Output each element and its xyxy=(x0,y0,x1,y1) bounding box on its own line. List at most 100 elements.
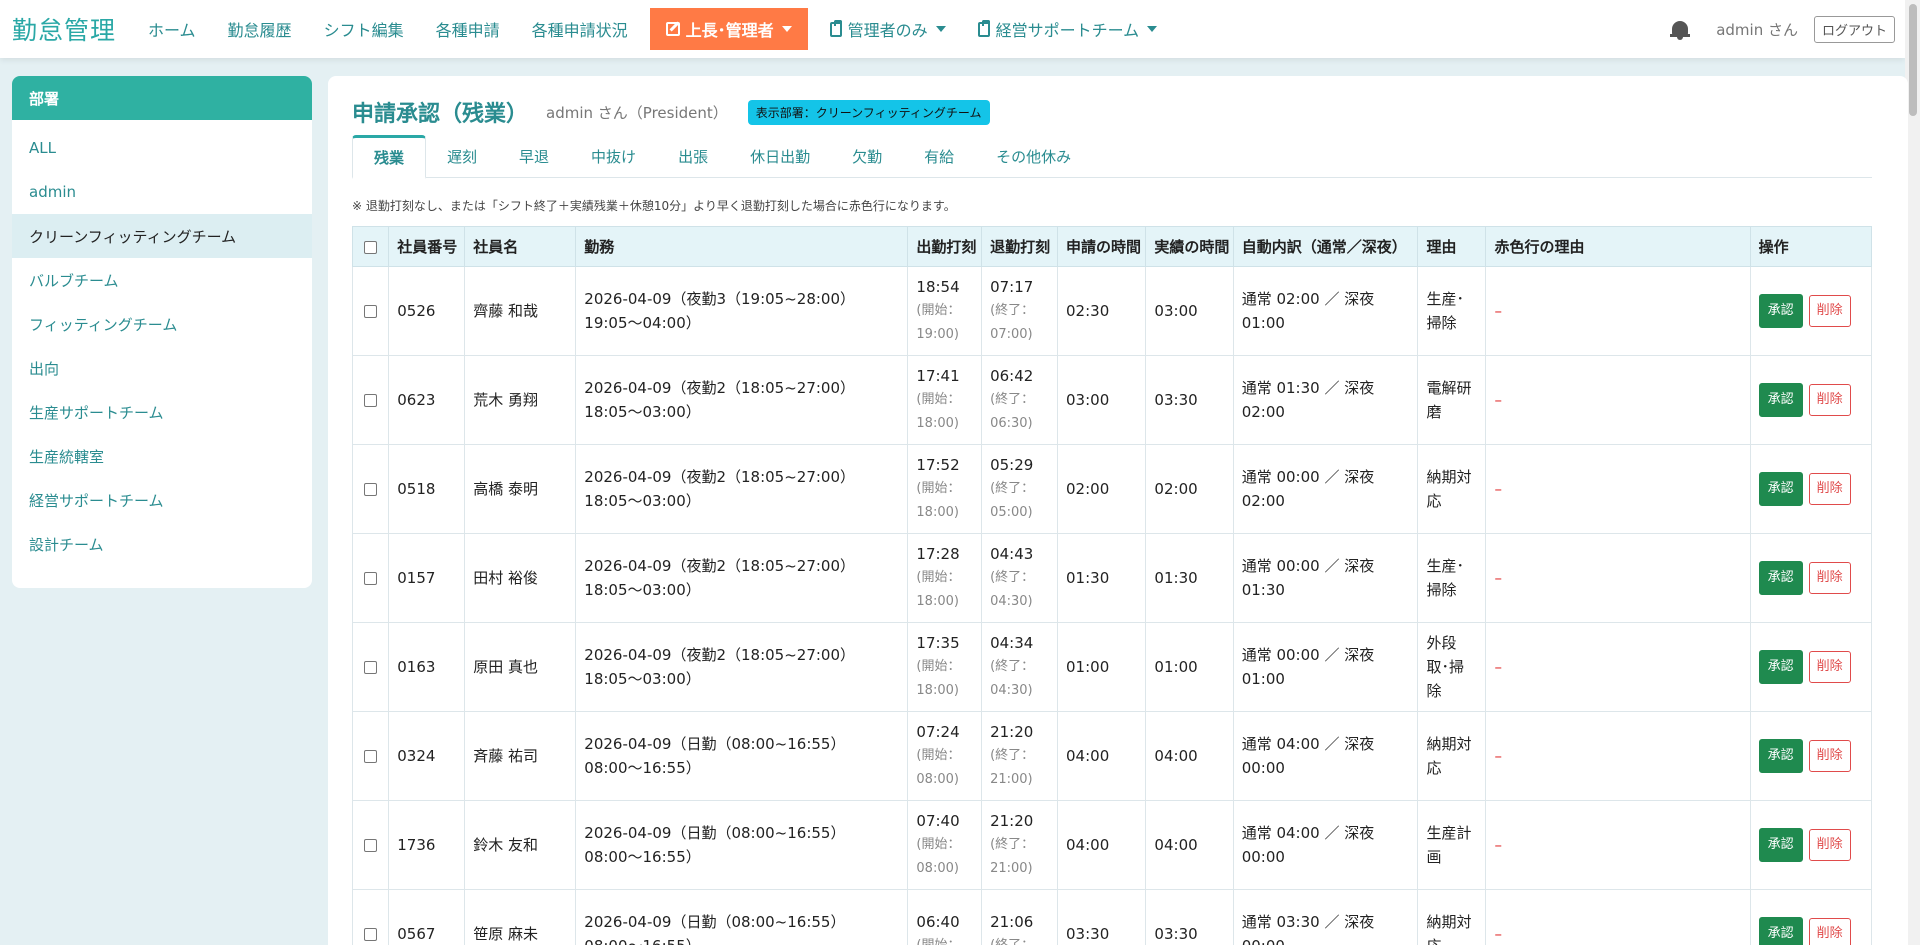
auto-breakdown: 通常 01:30 ／ 深夜 02:00 xyxy=(1232,355,1419,445)
nav-admin-only-menu[interactable]: 管理者のみ xyxy=(814,0,962,58)
delete-button[interactable]: 削除 xyxy=(1808,473,1851,505)
row-select-cell xyxy=(351,711,390,801)
approve-button[interactable]: 承認 xyxy=(1758,828,1803,862)
approve-button[interactable]: 承認 xyxy=(1758,739,1803,773)
row-checkbox[interactable] xyxy=(364,394,378,407)
table-body: 0526 齊藤 和哉 2026-04-09（夜勤3（19:05~28:00） 19:0… xyxy=(351,266,1873,945)
tab-request-type[interactable]: 休日出勤 xyxy=(729,135,831,178)
tab-request-type[interactable]: 早退 xyxy=(498,135,570,178)
bell-icon[interactable] xyxy=(1670,18,1691,40)
sidebar-item[interactable]: 経営サポートチーム xyxy=(12,478,312,522)
tab-request-type[interactable]: 有給 xyxy=(903,135,975,178)
reason: 生産･掃除 xyxy=(1417,533,1487,623)
tab-request-type[interactable]: 欠勤 xyxy=(831,135,903,178)
table-row: 0567笹原 麻未 2026-04-09（日勤（08:00~16:55） 08:00… xyxy=(351,889,1873,945)
nav-applications[interactable]: 各種申請 xyxy=(420,0,516,58)
nav-home[interactable]: ホーム xyxy=(132,0,212,58)
requested-time: 02:30 xyxy=(1057,266,1147,356)
app-brand[interactable]: 勤怠管理 xyxy=(12,11,116,47)
red-row-reason: – xyxy=(1485,800,1751,890)
clock-in-time: 17:35 xyxy=(916,634,960,652)
clock-out-sub-label: (終了： xyxy=(990,481,1035,496)
logout-button[interactable]: ログアウト xyxy=(1813,15,1895,43)
red-row-reason: – xyxy=(1485,622,1751,712)
delete-button[interactable]: 削除 xyxy=(1808,740,1851,772)
header-employee-id: 社員番号 xyxy=(388,226,466,267)
clock-in-sub-time: 19:00) xyxy=(916,327,959,342)
nav-manager-menu[interactable]: 上長･管理者 xyxy=(649,8,808,50)
actions-cell: 承認 削除 xyxy=(1749,266,1873,356)
clock-out-cell: 04:34 (終了： 04:30) xyxy=(981,622,1059,712)
row-checkbox[interactable] xyxy=(364,928,378,941)
row-checkbox[interactable] xyxy=(364,305,378,318)
clock-in-time: 06:40 xyxy=(916,913,960,931)
sidebar-item[interactable]: admin xyxy=(12,170,312,214)
table-row: 0623 荒木 勇翔 2026-04-09（夜勤2（18:05~27:00） 18:0… xyxy=(351,355,1873,445)
row-checkbox[interactable] xyxy=(364,483,378,496)
nav-admin-only-label: 管理者のみ xyxy=(847,21,928,40)
delete-button[interactable]: 削除 xyxy=(1808,562,1851,594)
actual-time: 04:00 xyxy=(1145,800,1234,890)
tab-request-type[interactable]: 遅刻 xyxy=(426,135,498,178)
approve-button[interactable]: 承認 xyxy=(1758,383,1803,417)
reason: 納期対応 xyxy=(1417,444,1487,534)
row-select-cell xyxy=(351,533,390,623)
clock-in-time: 17:41 xyxy=(916,367,960,385)
row-checkbox[interactable] xyxy=(364,839,378,852)
reason: 納期対応 xyxy=(1417,711,1487,801)
delete-button[interactable]: 削除 xyxy=(1808,295,1851,327)
actual-time: 01:30 xyxy=(1145,533,1234,623)
nav-application-status[interactable]: 各種申請状況 xyxy=(516,0,644,58)
approve-button[interactable]: 承認 xyxy=(1758,917,1803,945)
approve-button[interactable]: 承認 xyxy=(1758,561,1803,595)
clock-in-sub-label: (開始： xyxy=(916,570,961,585)
approve-button[interactable]: 承認 xyxy=(1758,294,1803,328)
select-all-checkbox[interactable] xyxy=(364,240,378,254)
sidebar-item[interactable]: バルブチーム xyxy=(12,258,312,302)
shift-name: 2026-04-09（日勤（08:00~16:55） xyxy=(584,735,846,753)
clock-in-sub-label: (開始： xyxy=(916,659,961,674)
row-checkbox[interactable] xyxy=(364,661,378,674)
scrollbar-thumb[interactable] xyxy=(1909,4,1917,116)
table-row: 0526 齊藤 和哉 2026-04-09（夜勤3（19:05~28:00） 19:0… xyxy=(351,266,1873,356)
requested-time: 03:30 xyxy=(1057,889,1147,945)
tab-request-type[interactable]: 中抜け xyxy=(570,135,657,178)
delete-button[interactable]: 削除 xyxy=(1808,384,1851,416)
caret-down-icon xyxy=(935,26,946,32)
sidebar-title: 部署 xyxy=(12,76,312,120)
row-checkbox[interactable] xyxy=(364,572,378,585)
delete-button[interactable]: 削除 xyxy=(1808,651,1851,683)
sidebar-item[interactable]: 設計チーム xyxy=(12,522,312,566)
row-checkbox[interactable] xyxy=(364,750,378,763)
select-all-header xyxy=(351,226,390,267)
delete-button[interactable]: 削除 xyxy=(1808,918,1851,945)
actions-cell: 承認 削除 xyxy=(1749,533,1873,623)
nav-shift-edit[interactable]: シフト編集 xyxy=(308,0,420,58)
approve-button[interactable]: 承認 xyxy=(1758,472,1803,506)
tab-request-type[interactable]: その他休み xyxy=(975,135,1092,178)
nav-management-support-menu[interactable]: 経営サポートチーム xyxy=(962,0,1174,58)
nav-attendance-history[interactable]: 勤怠履歴 xyxy=(212,0,308,58)
delete-button[interactable]: 削除 xyxy=(1808,829,1851,861)
tab-request-type[interactable]: 残業 xyxy=(352,135,427,179)
auto-breakdown: 通常 03:30 ／ 深夜 00:00 xyxy=(1232,889,1419,945)
clock-out-sub-label: (終了： xyxy=(990,570,1035,585)
clock-out-sub-time: 05:00) xyxy=(990,505,1033,520)
sidebar-item[interactable]: クリーンフィッティングチーム xyxy=(12,214,312,258)
clock-in-cell: 17:35 (開始： 18:00) xyxy=(907,622,983,712)
sidebar-item[interactable]: 出向 xyxy=(12,346,312,390)
sidebar-item[interactable]: 生産サポートチーム xyxy=(12,390,312,434)
red-row-note: ※ 退勤打刻なし、または「シフト終了＋実績残業＋休憩10分」より早く退勤打刻した… xyxy=(352,199,956,213)
approval-table-wrap: 社員番号 社員名 勤務 出勤打刻 退勤打刻 申請の時間 実績の時間 自動内訳（通… xyxy=(351,226,1873,945)
requested-time: 04:00 xyxy=(1057,711,1147,801)
main-panel: 申請承認（残業） admin さん（President） 表示部署：クリーンフィ… xyxy=(328,76,1908,945)
employee-name: 鈴木 友和 xyxy=(464,800,577,890)
approve-button[interactable]: 承認 xyxy=(1758,650,1803,684)
sidebar-item[interactable]: 生産統轄室 xyxy=(12,434,312,478)
employee-id: 0526 xyxy=(388,266,466,356)
shift-cell: 2026-04-09（夜勤3（19:05~28:00） 19:05～04:00） xyxy=(575,266,909,356)
sidebar-item[interactable]: ALL xyxy=(12,126,312,170)
sidebar-item[interactable]: フィッティングチーム xyxy=(12,302,312,346)
reason: 外段取･掃除 xyxy=(1417,622,1487,712)
tab-request-type[interactable]: 出張 xyxy=(657,135,729,178)
